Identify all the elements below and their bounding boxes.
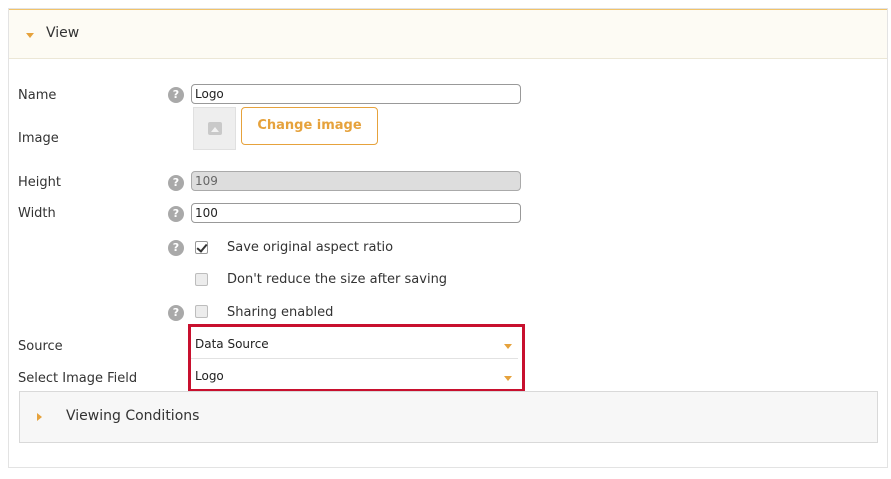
sharing-help-icon[interactable]: ? bbox=[168, 305, 184, 321]
viewing-conditions-panel[interactable]: Viewing Conditions bbox=[19, 391, 878, 443]
change-image-button[interactable]: Change image bbox=[241, 107, 378, 145]
aspect-ratio-help-icon[interactable]: ? bbox=[168, 240, 184, 256]
sharing-enabled-checkbox[interactable] bbox=[195, 305, 208, 318]
triangle-right-icon[interactable] bbox=[37, 413, 42, 421]
select-image-field-label: Select Image Field bbox=[18, 371, 138, 386]
name-help-icon[interactable]: ? bbox=[168, 87, 184, 103]
image-thumbnail bbox=[193, 107, 236, 150]
height-label: Height bbox=[18, 175, 61, 190]
image-label: Image bbox=[18, 131, 59, 146]
height-help-icon[interactable]: ? bbox=[168, 175, 184, 191]
width-label: Width bbox=[18, 206, 56, 221]
view-panel-header[interactable]: View bbox=[9, 9, 887, 59]
image-placeholder-icon bbox=[208, 122, 222, 135]
width-help-icon[interactable]: ? bbox=[168, 206, 184, 222]
height-input bbox=[191, 171, 521, 191]
view-panel-title: View bbox=[46, 25, 80, 41]
dont-reduce-size-checkbox[interactable] bbox=[195, 273, 208, 286]
save-aspect-ratio-checkbox[interactable] bbox=[195, 241, 208, 254]
triangle-down-icon[interactable] bbox=[26, 33, 34, 38]
checkmark-icon bbox=[196, 241, 208, 253]
source-label: Source bbox=[18, 339, 63, 354]
name-label: Name bbox=[18, 88, 57, 103]
viewing-conditions-title: Viewing Conditions bbox=[66, 408, 200, 424]
width-input[interactable] bbox=[191, 203, 521, 223]
sharing-enabled-label: Sharing enabled bbox=[227, 305, 334, 320]
save-aspect-ratio-label: Save original aspect ratio bbox=[227, 240, 394, 255]
dont-reduce-size-label: Don't reduce the size after saving bbox=[227, 272, 448, 287]
highlight-frame bbox=[188, 324, 525, 392]
name-input[interactable] bbox=[191, 84, 521, 104]
